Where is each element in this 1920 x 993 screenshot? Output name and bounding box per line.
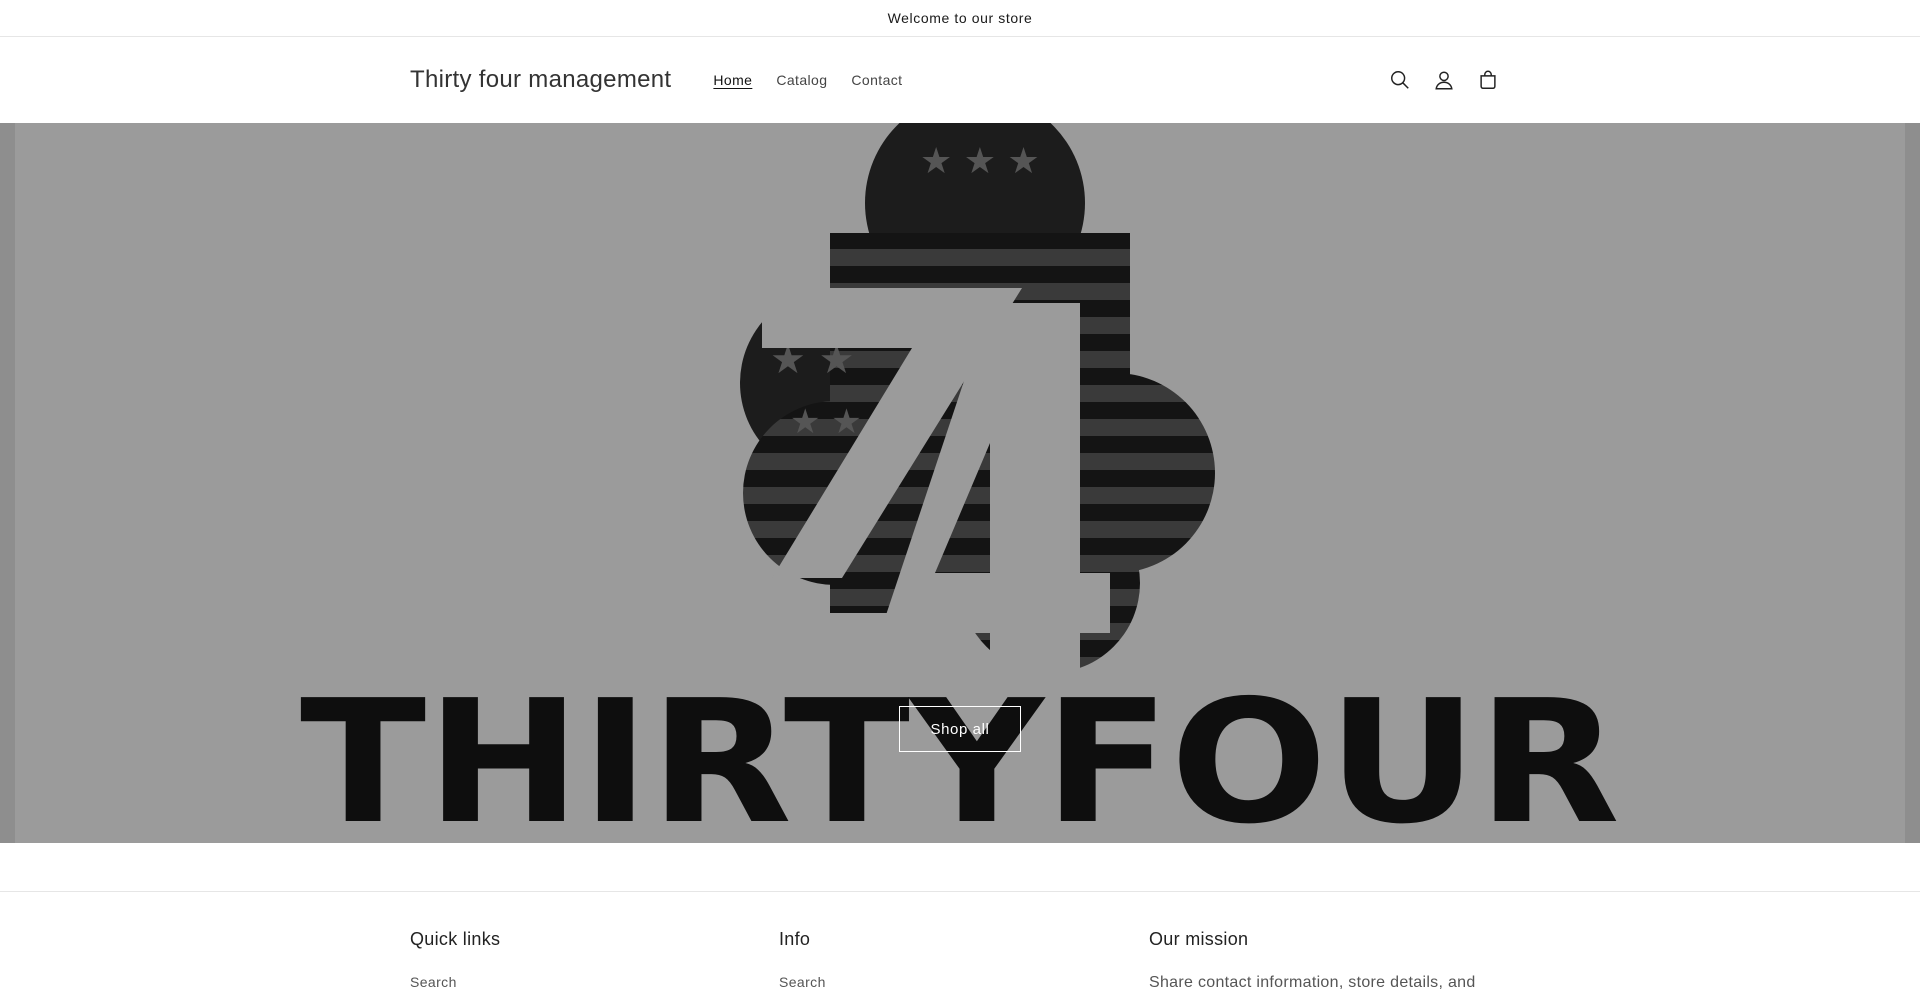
cart-icon[interactable] [1466, 58, 1510, 102]
footer-info: Info Search [779, 929, 826, 992]
footer-link-info-search[interactable]: Search [779, 974, 826, 990]
footer-heading-quick-links: Quick links [410, 929, 501, 949]
hero-banner: ★ ★ ★ ★ ★ ★ ★ THIRTYFOUR Shop all [0, 123, 1920, 843]
footer-heading-mission: Our mission [1149, 929, 1249, 949]
nav-contact[interactable]: Contact [839, 64, 914, 96]
shop-all-button[interactable]: Shop all [899, 706, 1021, 752]
svg-text:★ ★ ★: ★ ★ ★ [920, 141, 1040, 182]
account-icon[interactable] [1422, 58, 1466, 102]
search-icon[interactable] [1378, 58, 1422, 102]
announcement-text: Welcome to our store [887, 10, 1033, 26]
nav-home[interactable]: Home [701, 64, 764, 96]
hero-edge-left [0, 123, 15, 843]
svg-text:★ ★: ★ ★ [790, 402, 862, 442]
hero-34-logo-image: ★ ★ ★ ★ ★ ★ ★ [740, 123, 1215, 683]
store-logo[interactable]: Thirty four management [410, 66, 671, 94]
footer-mission: Our mission Share contact information, s… [1149, 929, 1476, 992]
footer-quick-links: Quick links Search [410, 929, 500, 992]
header-icons [1378, 58, 1510, 102]
footer-mission-text: Share contact information, store details… [1149, 974, 1476, 991]
footer-link-search[interactable]: Search [410, 974, 457, 990]
hero-edge-right [1905, 123, 1920, 843]
footer-heading-info: Info [779, 929, 811, 949]
site-footer: Quick links Search Info Search Our missi… [0, 891, 1920, 993]
nav-catalog[interactable]: Catalog [764, 64, 839, 96]
site-header: Thirty four management Home Catalog Cont… [0, 37, 1920, 123]
announcement-bar: Welcome to our store [0, 0, 1920, 37]
main-nav: Home Catalog Contact [701, 64, 914, 96]
